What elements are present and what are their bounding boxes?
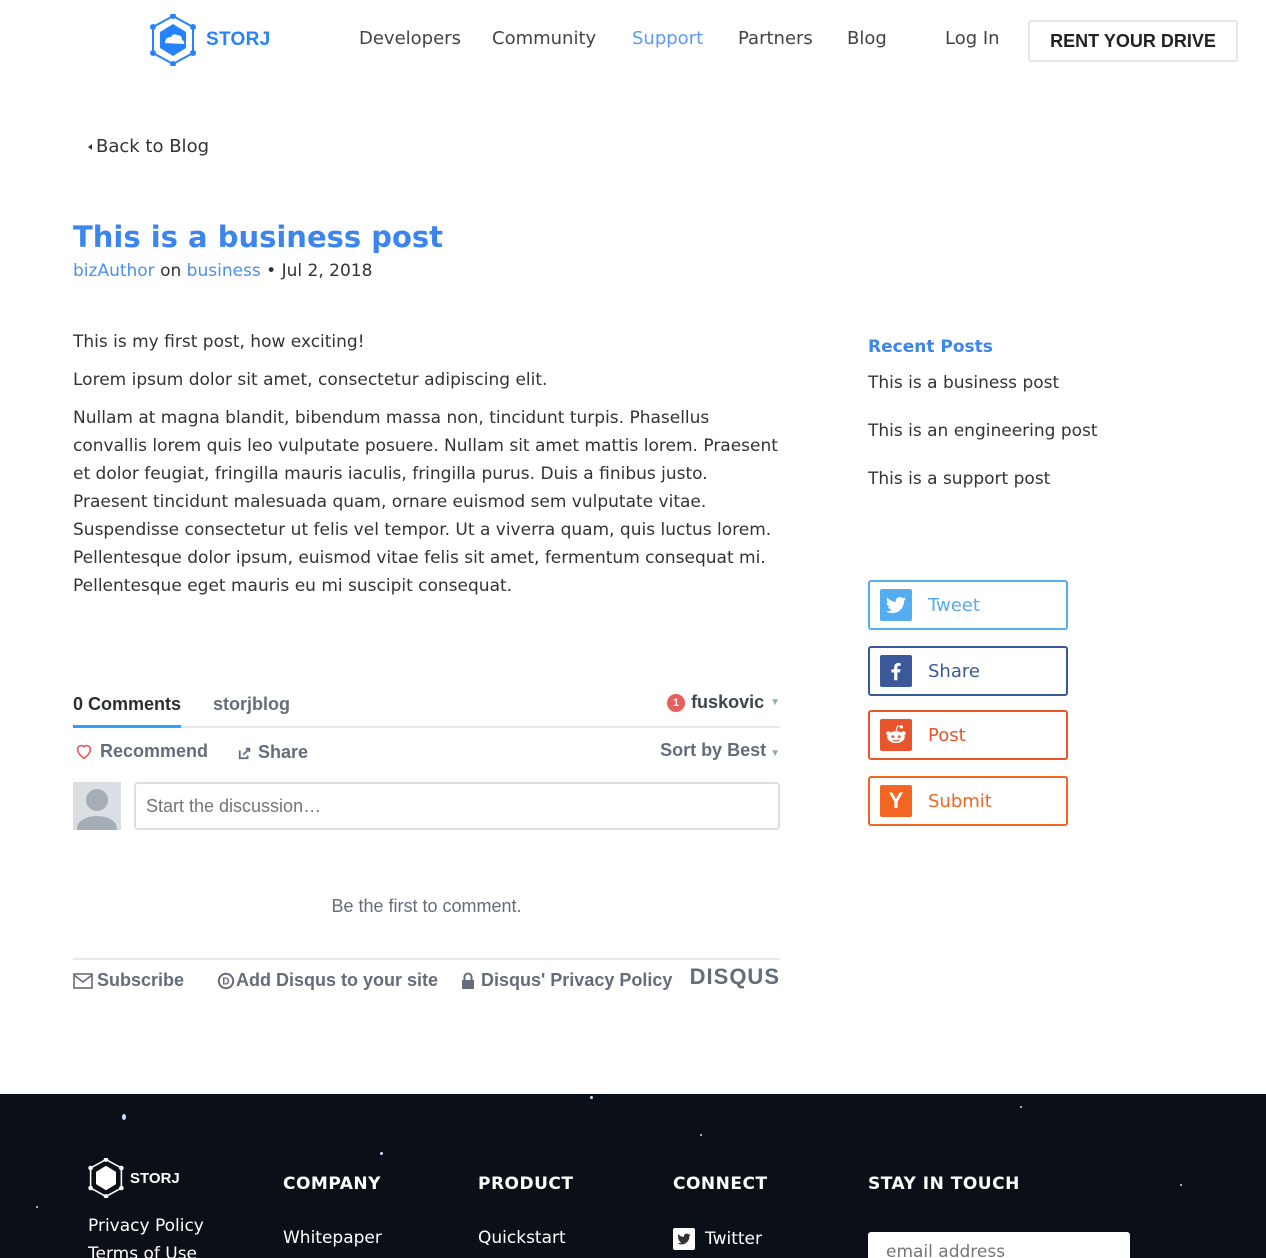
lock-icon (462, 972, 474, 989)
chevron-down-icon: ▼ (770, 748, 780, 759)
whitepaper-link[interactable]: Whitepaper (283, 1228, 382, 1248)
company-heading: COMPANY (283, 1174, 381, 1194)
disqus-d-icon: D (217, 972, 235, 989)
recent-posts-title: Recent Posts (868, 337, 993, 357)
caret-left-icon (88, 143, 92, 150)
hacker-news-submit-button[interactable]: Y Submit (868, 776, 1068, 826)
footer-storj-logo[interactable]: STORJ (88, 1158, 180, 1198)
disqus-actions: Recommend Share Sort by Best ▼ (73, 728, 780, 782)
twitter-footer-link[interactable]: Twitter (673, 1228, 762, 1250)
site-footer: STORJ Privacy Policy Terms of Use COMPAN… (0, 1094, 1266, 1258)
post-date: • Jul 2, 2018 (266, 261, 373, 281)
disqus-username: fuskovic (691, 692, 765, 712)
twitter-icon (673, 1228, 695, 1250)
empty-comments-message: Be the first to comment. (331, 896, 522, 916)
recent-post-link[interactable]: This is an engineering post (868, 421, 1098, 441)
privacy-policy-label: Disqus' Privacy Policy (481, 970, 673, 990)
nav-developers[interactable]: Developers (359, 28, 461, 49)
heart-icon (76, 744, 92, 760)
facebook-share-label: Share (928, 660, 980, 682)
storj-logo-icon (150, 14, 196, 66)
disqus-footer: Subscribe D Add Disqus to your site Disq… (73, 958, 780, 998)
notification-badge[interactable]: 1 (667, 693, 686, 712)
post-paragraph: Lorem ipsum dolor sit amet, consectetur … (73, 370, 548, 390)
avatar (73, 782, 121, 830)
recent-post-link[interactable]: This is a business post (868, 373, 1059, 393)
tab-comments[interactable]: 0 Comments (73, 694, 182, 728)
reddit-post-label: Post (928, 724, 966, 746)
back-to-blog-label: Back to Blog (96, 136, 210, 157)
back-to-blog-link[interactable]: Back to Blog (88, 136, 209, 157)
rent-your-drive-button[interactable]: RENT YOUR DRIVE (1028, 20, 1238, 62)
comment-input[interactable] (134, 782, 780, 830)
storj-logo-icon (88, 1158, 124, 1198)
terms-of-use-link[interactable]: Terms of Use (88, 1244, 197, 1258)
recommend-label: Recommend (100, 740, 209, 761)
storj-logo-text: STORJ (206, 29, 271, 50)
star-decoration (1020, 1106, 1022, 1108)
tweet-button[interactable]: Tweet (868, 580, 1068, 630)
sort-label: Sort by Best (660, 740, 767, 760)
recommend-button[interactable]: Recommend (73, 740, 208, 762)
post-body: This is my first post, how exciting! Lor… (73, 328, 783, 610)
nav-community[interactable]: Community (492, 28, 596, 49)
sort-dropdown[interactable]: Sort by Best ▼ (660, 740, 780, 761)
nav-partners[interactable]: Partners (738, 28, 813, 49)
disqus-thread: 0 Comments storjblog 1 fuskovic ▼ Recomm… (73, 686, 780, 990)
login-link[interactable]: Log In (945, 28, 1000, 49)
facebook-icon (880, 655, 912, 687)
privacy-policy-link[interactable]: Disqus' Privacy Policy (461, 970, 672, 991)
privacy-policy-footer-link[interactable]: Privacy Policy (88, 1216, 204, 1236)
disqus-brand-logo[interactable]: DISQUS (690, 964, 780, 990)
chevron-down-icon: ▼ (770, 697, 780, 708)
star-decoration (700, 1134, 702, 1136)
tweet-label: Tweet (928, 594, 980, 616)
footer-logo-text: STORJ (130, 1169, 180, 1187)
category-link[interactable]: business (187, 261, 261, 281)
product-heading: PRODUCT (478, 1174, 574, 1194)
reddit-post-button[interactable]: Post (868, 710, 1068, 760)
nav-support[interactable]: Support (632, 28, 703, 49)
twitter-footer-label: Twitter (705, 1229, 762, 1249)
star-decoration (1180, 1184, 1182, 1186)
post-title: This is a business post (73, 220, 444, 254)
share-icon (238, 747, 251, 759)
site-header: STORJ Developers Community Support Partn… (0, 0, 1266, 82)
recent-post-link[interactable]: This is a support post (868, 469, 1050, 489)
meta-on: on (160, 261, 182, 281)
author-link[interactable]: bizAuthor (73, 261, 155, 281)
star-decoration (590, 1096, 593, 1099)
post-paragraph: Nullam at magna blandit, bibendum massa … (73, 408, 778, 596)
star-decoration (380, 1152, 383, 1155)
quickstart-link[interactable]: Quickstart (478, 1228, 566, 1248)
post-paragraph: This is my first post, how exciting! (73, 332, 365, 352)
subscribe-label: Subscribe (97, 970, 185, 990)
connect-heading: CONNECT (673, 1174, 768, 1194)
twitter-icon (880, 589, 912, 621)
nav-blog[interactable]: Blog (847, 28, 887, 49)
star-decoration (122, 1114, 126, 1120)
thread-share-button[interactable]: Share (238, 742, 308, 763)
post-meta: bizAuthor on business • Jul 2, 2018 (73, 261, 372, 281)
add-disqus-link[interactable]: D Add Disqus to your site (217, 970, 438, 991)
add-disqus-label: Add Disqus to your site (236, 970, 439, 990)
stay-in-touch-heading: STAY IN TOUCH (868, 1174, 1020, 1194)
comment-compose (73, 782, 780, 830)
facebook-share-button[interactable]: Share (868, 646, 1068, 696)
y-combinator-icon: Y (880, 785, 912, 817)
envelope-icon (73, 972, 93, 989)
disqus-user-menu[interactable]: 1 fuskovic ▼ (667, 692, 780, 713)
email-field[interactable] (868, 1232, 1130, 1258)
subscribe-link[interactable]: Subscribe (73, 970, 184, 991)
star-decoration (36, 1206, 38, 1208)
reddit-icon (880, 719, 912, 751)
thread-share-label: Share (258, 742, 309, 762)
svg-text:D: D (222, 976, 229, 987)
tab-forum[interactable]: storjblog (213, 694, 290, 715)
disqus-tabs: 0 Comments storjblog 1 fuskovic ▼ (73, 686, 780, 728)
storj-logo[interactable]: STORJ (150, 14, 271, 66)
hacker-news-submit-label: Submit (928, 790, 992, 812)
